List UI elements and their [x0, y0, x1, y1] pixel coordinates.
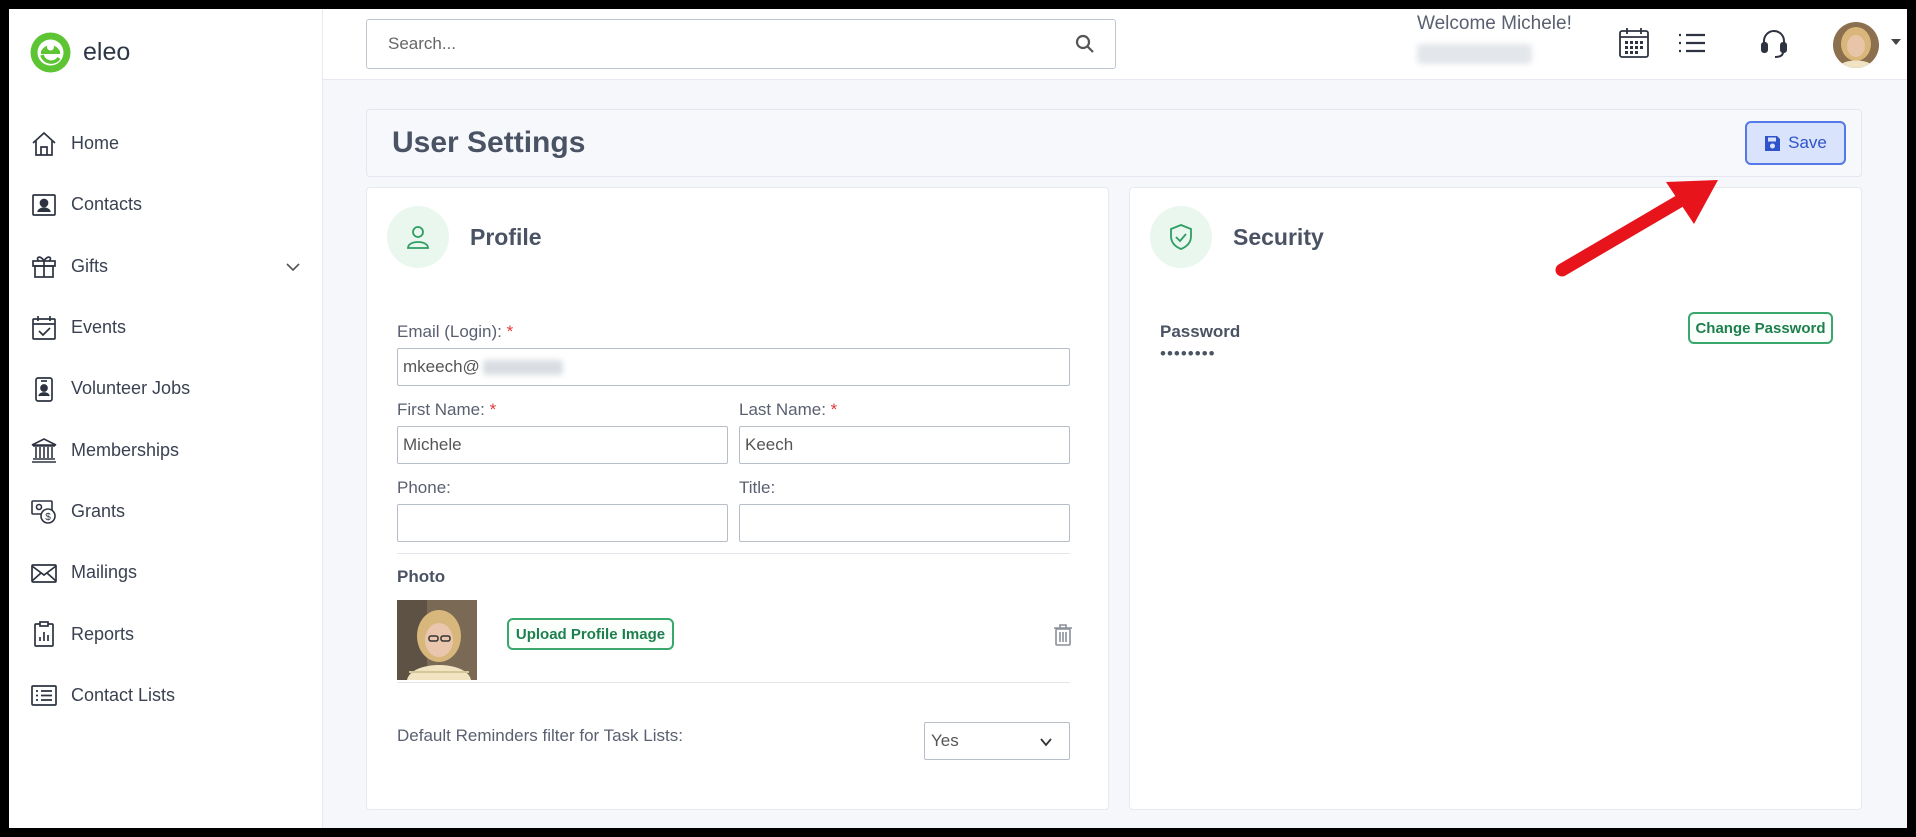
page-title: User Settings	[392, 126, 586, 159]
sidebar-item-label: Contacts	[71, 194, 143, 215]
welcome-text: Welcome Michele!	[1417, 13, 1572, 34]
institution-icon	[29, 435, 59, 465]
last-name-label-text: Last Name:	[739, 400, 826, 419]
gift-icon	[29, 251, 59, 281]
photo-label: Photo	[397, 567, 446, 586]
divider	[397, 682, 1070, 683]
title-label: Title:	[739, 478, 776, 497]
divider	[397, 553, 1070, 554]
top-bar: Welcome Michele!	[323, 9, 1907, 80]
sidebar-item-label: Home	[71, 133, 120, 154]
task-list-button[interactable]	[1674, 25, 1710, 61]
search-box	[366, 19, 1116, 69]
password-label: Password	[1160, 322, 1241, 341]
svg-text:$: $	[45, 512, 51, 523]
last-name-label: Last Name: *	[739, 400, 837, 420]
sidebar-item-gifts[interactable]: Gifts	[9, 236, 322, 297]
page-header: User Settings Save	[366, 109, 1862, 177]
money-icon: $	[29, 496, 59, 526]
sidebar-item-label: Events	[71, 317, 127, 338]
email-field-wrapper	[397, 348, 1070, 386]
required-marker: *	[830, 400, 838, 419]
password-mask: ••••••••	[1160, 344, 1216, 363]
sidebar-item-label: Contact Lists	[71, 684, 176, 705]
eleo-logo-icon	[30, 32, 71, 73]
email-label: Email (Login): *	[397, 322, 513, 342]
brand-name: eleo	[83, 38, 131, 66]
change-password-button[interactable]: Change Password	[1688, 312, 1833, 344]
sidebar-item-label: Memberships	[71, 439, 180, 460]
last-name-field[interactable]	[739, 426, 1070, 464]
chevron-down-icon[interactable]	[284, 258, 302, 276]
security-title: Security	[1233, 224, 1324, 250]
trash-icon[interactable]	[1052, 623, 1074, 647]
sidebar-item-label: Mailings	[71, 562, 138, 583]
required-marker: *	[489, 400, 497, 419]
support-button[interactable]	[1756, 25, 1792, 61]
sidebar: eleo Home Contacts Gifts Events Voluntee…	[9, 9, 323, 828]
security-card: Security Password •••••••• Change Passwo…	[1129, 187, 1862, 810]
search-icon[interactable]	[1074, 33, 1096, 55]
sidebar-item-volunteer-jobs[interactable]: Volunteer Jobs	[9, 358, 322, 419]
calendar-check-icon	[29, 313, 59, 343]
sidebar-item-events[interactable]: Events	[9, 297, 322, 358]
sidebar-item-memberships[interactable]: Memberships	[9, 419, 322, 480]
email-label-text: Email (Login):	[397, 322, 502, 341]
reminders-label: Default Reminders filter for Task Lists:	[397, 726, 683, 745]
sidebar-item-reports[interactable]: Reports	[9, 603, 322, 664]
sidebar-item-label: Volunteer Jobs	[71, 378, 191, 399]
caret-down-icon[interactable]	[1889, 35, 1903, 49]
brand[interactable]: eleo	[29, 31, 130, 74]
calendar-icon	[1619, 28, 1649, 58]
list-icon	[29, 680, 59, 710]
sidebar-item-contact-lists[interactable]: Contact Lists	[9, 665, 322, 726]
required-marker: *	[506, 322, 514, 341]
reminders-value: Yes	[931, 731, 959, 750]
reminders-select[interactable]: Yes	[924, 722, 1070, 760]
first-name-label-text: First Name:	[397, 400, 485, 419]
first-name-field[interactable]	[397, 426, 728, 464]
app-window: eleo Home Contacts Gifts Events Voluntee…	[9, 9, 1907, 828]
annotation-arrow-icon	[1555, 180, 1718, 277]
sidebar-item-mailings[interactable]: Mailings	[9, 542, 322, 603]
sidebar-item-label: Gifts	[71, 255, 109, 276]
contacts-icon	[29, 190, 59, 220]
profile-card: Profile Email (Login): * First Name: * L…	[366, 187, 1109, 810]
sidebar-item-contacts[interactable]: Contacts	[9, 174, 322, 235]
redacted-email-domain	[483, 360, 563, 375]
floppy-disk-icon	[1765, 135, 1781, 151]
profile-photo	[397, 600, 477, 680]
profile-title: Profile	[470, 224, 542, 250]
headset-icon	[1761, 30, 1787, 58]
sidebar-item-label: Reports	[71, 623, 135, 644]
title-field[interactable]	[739, 504, 1070, 542]
save-label: Save	[1788, 133, 1827, 152]
sidebar-item-home[interactable]: Home	[9, 113, 322, 174]
calendar-button[interactable]	[1616, 25, 1652, 61]
sidebar-item-label: Grants	[71, 500, 126, 521]
home-icon	[29, 129, 59, 159]
redacted-subtext	[1417, 44, 1532, 64]
shield-check-icon	[1150, 206, 1212, 268]
search-input[interactable]	[386, 33, 1074, 55]
upload-profile-image-button[interactable]: Upload Profile Image	[507, 618, 674, 650]
chevron-down-icon	[1040, 738, 1052, 747]
phone-label: Phone:	[397, 478, 451, 497]
sidebar-nav: Home Contacts Gifts Events Volunteer Job…	[9, 113, 322, 726]
user-icon	[387, 206, 449, 268]
avatar[interactable]	[1833, 22, 1879, 68]
save-button[interactable]: Save	[1745, 121, 1846, 165]
badge-icon	[29, 374, 59, 404]
list-icon	[1679, 33, 1705, 53]
sidebar-item-grants[interactable]: $ Grants	[9, 481, 322, 542]
first-name-label: First Name: *	[397, 400, 496, 420]
phone-field[interactable]	[397, 504, 728, 542]
clipboard-chart-icon	[29, 619, 59, 649]
envelope-icon	[29, 558, 59, 588]
